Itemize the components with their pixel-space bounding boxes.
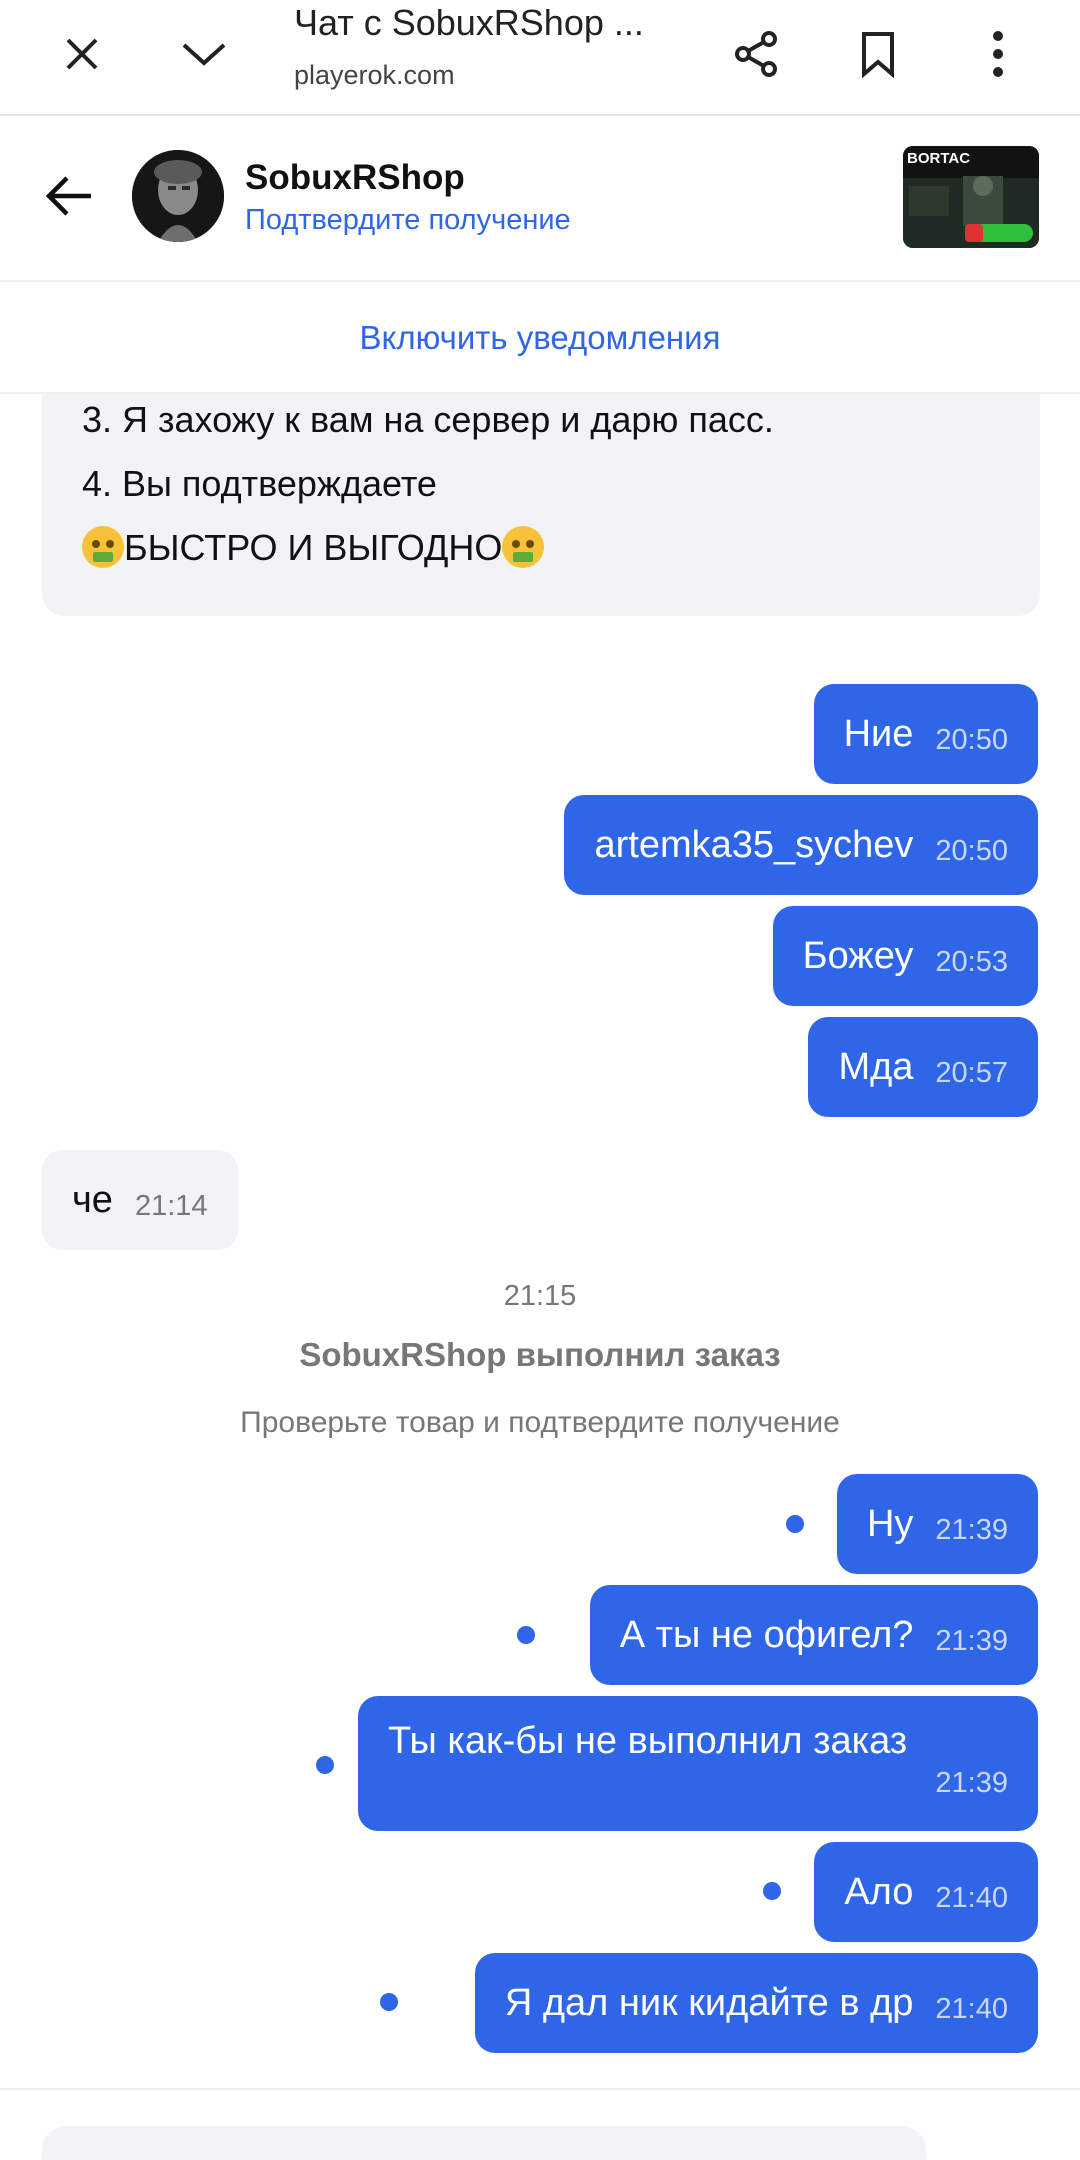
message-time: 21:14 [134, 1189, 208, 1222]
seller-name[interactable]: SobuxRShop [245, 158, 465, 198]
unread-dot [517, 1626, 535, 1644]
money-face-icon [502, 526, 545, 568]
outgoing-message[interactable]: Ние 20:50 [813, 684, 1038, 784]
close-icon[interactable] [42, 14, 122, 94]
message-text: Ты как-бы не выполнил заказ [388, 1720, 908, 1762]
message-text: artemka35_sychev [594, 823, 914, 866]
outgoing-message[interactable]: artemka35_sychev 20:50 [564, 795, 1038, 895]
enable-notifications-label: Включить уведомления [359, 319, 721, 356]
message-text: Ало [844, 1870, 914, 1913]
message-text: Ние [843, 712, 914, 755]
message-time: 20:53 [935, 945, 1008, 978]
message-text: А ты не офигел? [619, 1613, 914, 1656]
message-time: 21:39 [935, 1513, 1008, 1546]
message-text: Ну [866, 1502, 914, 1545]
message-input[interactable] [42, 2126, 926, 2160]
outgoing-message[interactable]: Я дал ник кидайте в др 21:40 [474, 1953, 1038, 2053]
outgoing-message[interactable]: Ну 21:39 [836, 1474, 1038, 1574]
outgoing-message[interactable]: А ты не офигел? 21:39 [589, 1585, 1038, 1685]
seller-intro-message: 3. Я захожу к вам на сервер и дарю пасс.… [42, 394, 1040, 616]
chat-header: SobuxRShop Подтвердите получение BORTAC [0, 118, 1080, 282]
order-completed-notice: SobuxRShop выполнил заказ [299, 1336, 781, 1373]
incoming-message[interactable]: че 21:14 [42, 1150, 238, 1250]
message-time: 20:57 [935, 1056, 1008, 1089]
message-time: 21:39 [935, 1767, 1008, 1799]
unread-dot [380, 1993, 398, 2011]
browser-toolbar: Чат с SobuxRShop ... playerok.com [0, 0, 1080, 116]
message-text: Я дал ник кидайте в др [504, 1981, 914, 2024]
message-time: 21:39 [935, 1624, 1008, 1657]
message-time: 21:40 [935, 1881, 1008, 1914]
outgoing-message[interactable]: Ало 21:40 [814, 1842, 1038, 1942]
intro-line-4: 4. Вы подтверждаете [82, 463, 437, 504]
message-time: 20:50 [935, 723, 1008, 756]
order-completed-hint: Проверьте товар и подтвердите получение [240, 1406, 840, 1439]
enable-notifications-button[interactable]: Включить уведомления [0, 284, 1080, 394]
message-text: Мда [838, 1045, 914, 1088]
message-time: 20:50 [935, 834, 1008, 867]
intro-line-5-text: БЫСТРО И ВЫГОДНО [124, 527, 503, 568]
unread-dot [786, 1515, 804, 1533]
bookmark-icon[interactable] [838, 14, 918, 94]
page-url[interactable]: playerok.com [294, 60, 455, 91]
page-title: Чат с SobuxRShop ... [294, 2, 644, 43]
outgoing-message[interactable]: Ты как-бы не выполнил заказ 21:39 [358, 1696, 1038, 1831]
intro-line-3: 3. Я захожу к вам на сервер и дарю пасс. [82, 399, 774, 440]
message-text: Божеу [802, 934, 914, 977]
product-thumbnail[interactable]: BORTAC [903, 146, 1039, 248]
avatar[interactable] [132, 150, 224, 242]
outgoing-message[interactable]: Мда 20:57 [808, 1017, 1038, 1117]
system-timestamp: 21:15 [503, 1280, 577, 1312]
message-text: че [72, 1178, 113, 1221]
composer-divider [0, 2088, 1080, 2090]
share-icon[interactable] [716, 14, 796, 94]
more-vertical-icon[interactable] [958, 14, 1038, 94]
unread-dot [316, 1756, 334, 1774]
money-face-icon [82, 526, 124, 568]
product-thumb-label: BORTAC [907, 150, 971, 167]
message-time: 21:40 [935, 1992, 1008, 2025]
unread-dot [763, 1882, 781, 1900]
order-status-link[interactable]: Подтвердите получение [245, 204, 571, 237]
chevron-down-icon[interactable] [164, 14, 244, 94]
outgoing-message[interactable]: Божеу 20:53 [772, 906, 1038, 1006]
back-arrow-icon[interactable] [30, 156, 110, 236]
intro-line-5: БЫСТРО И ВЫГОДНО [82, 516, 1040, 580]
